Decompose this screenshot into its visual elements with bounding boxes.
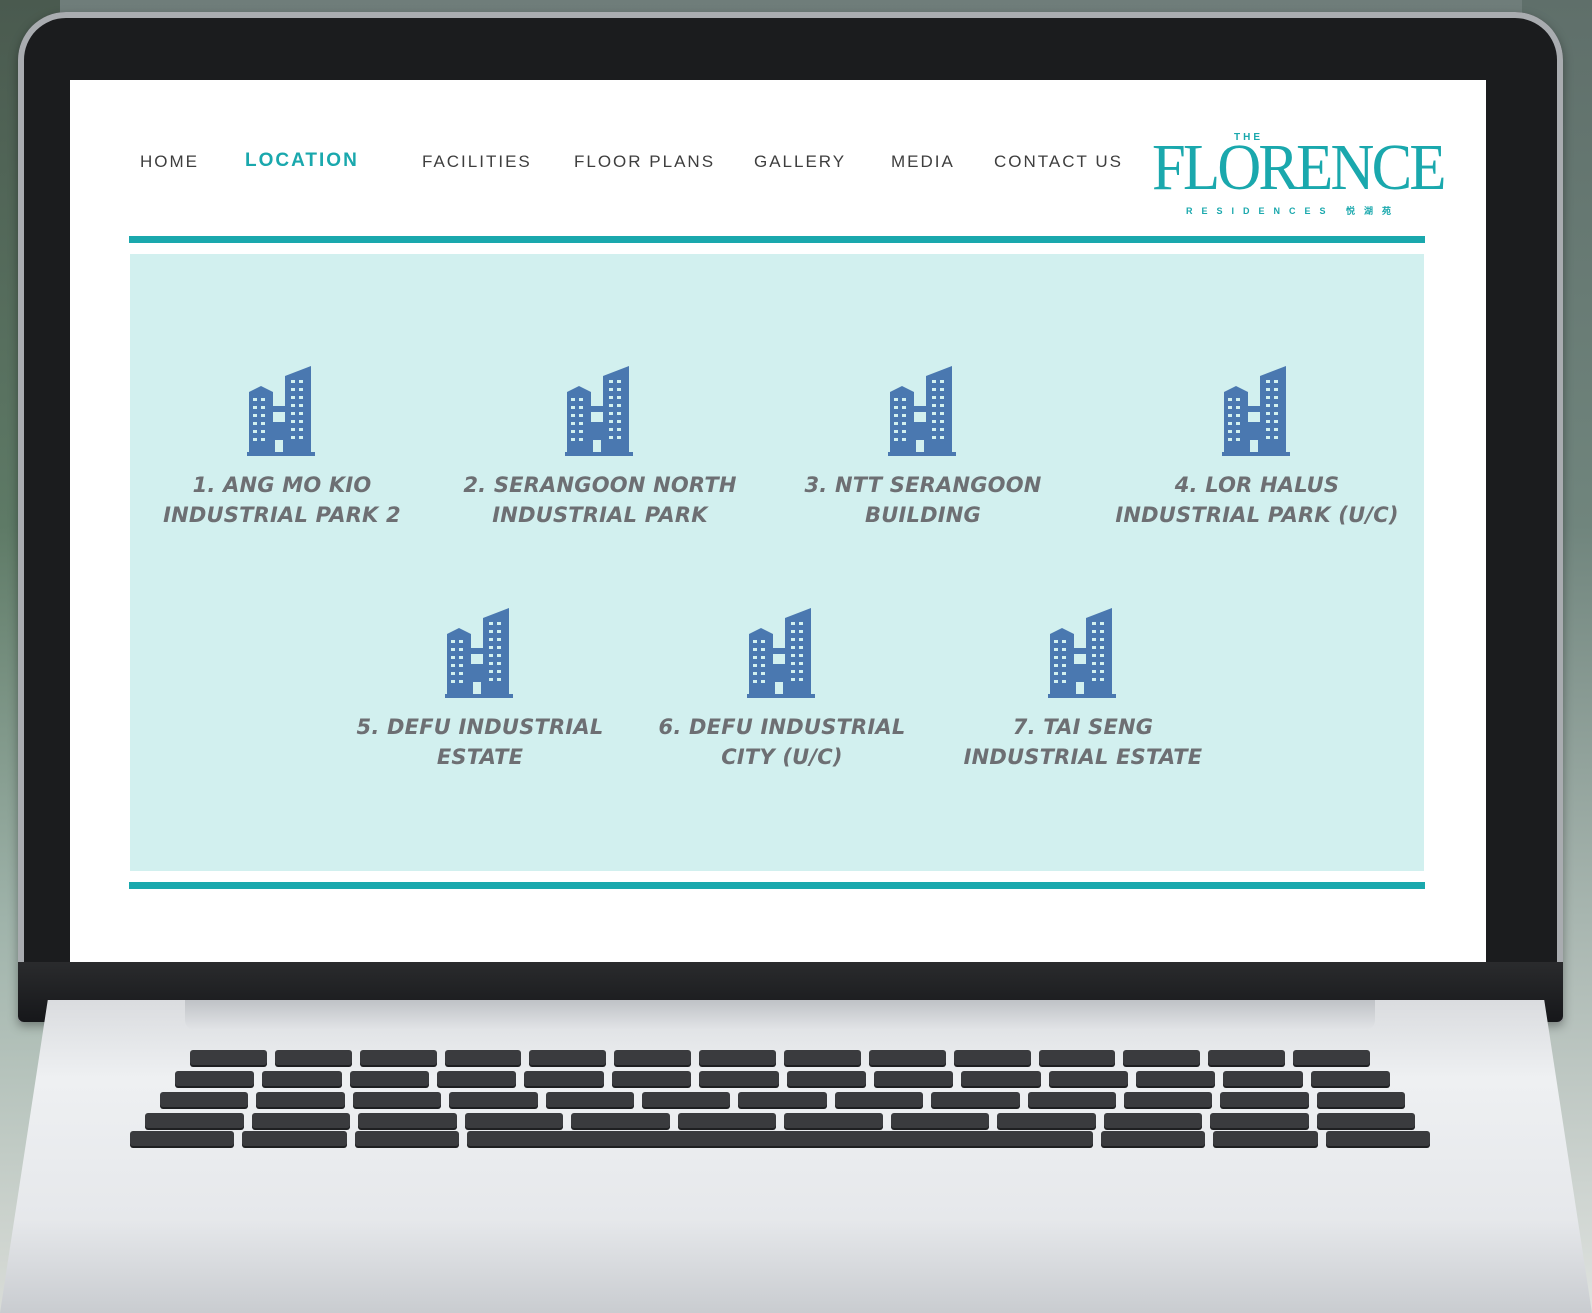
keyboard (130, 1045, 1430, 1146)
logo[interactable]: FLORENCE THE RESIDENCES 悦湖苑 (1152, 120, 1446, 220)
building-icon (1222, 366, 1290, 456)
nav-facilities[interactable]: FACILITIES (422, 152, 532, 172)
location-label: 3. NTT SERANGOON BUILDING (804, 473, 1042, 527)
top-divider (129, 236, 1425, 243)
top-nav: HOME LOCATION FACILITIES FLOOR PLANS GAL… (70, 80, 1486, 230)
location-label: 2. SERANGOON NORTH INDUSTRIAL PARK (463, 473, 737, 527)
building-icon (888, 366, 956, 456)
location-item[interactable]: 1. ANG MO KIO INDUSTRIAL PARK 2 (132, 366, 432, 530)
location-item[interactable]: 6. DEFU INDUSTRIAL CITY (U/C) (632, 608, 932, 772)
location-label: 6. DEFU INDUSTRIAL CITY (U/C) (658, 715, 906, 769)
nav-home[interactable]: HOME (140, 152, 199, 172)
nav-gallery[interactable]: GALLERY (754, 152, 846, 172)
nav-media[interactable]: MEDIA (891, 152, 955, 172)
building-icon (247, 366, 315, 456)
building-icon (445, 608, 513, 698)
location-label: 4. LOR HALUS INDUSTRIAL PARK (U/C) (1115, 473, 1399, 527)
location-label: 1. ANG MO KIO INDUSTRIAL PARK 2 (163, 473, 401, 527)
key-row (145, 1113, 1415, 1128)
location-item[interactable]: 3. NTT SERANGOON BUILDING (773, 366, 1073, 530)
nav-contact-us[interactable]: CONTACT US (994, 152, 1123, 172)
building-icon (1048, 608, 1116, 698)
location-label: 7. TAI SENG INDUSTRIAL ESTATE (963, 715, 1203, 769)
laptop-screen: HOME LOCATION FACILITIES FLOOR PLANS GAL… (70, 80, 1486, 962)
key-row (160, 1092, 1406, 1107)
building-icon (747, 608, 815, 698)
location-item[interactable]: 2. SERANGOON NORTH INDUSTRIAL PARK (450, 366, 750, 530)
logo-subtitle: RESIDENCES 悦湖苑 (1186, 206, 1401, 216)
location-panel: 1. ANG MO KIO INDUSTRIAL PARK 2 2. SERANG… (130, 254, 1424, 871)
building-icon (565, 366, 633, 456)
nav-floor-plans[interactable]: FLOOR PLANS (574, 152, 715, 172)
nav-location[interactable]: LOCATION (245, 150, 359, 172)
location-label: 5. DEFU INDUSTRIAL ESTATE (356, 715, 604, 769)
key-row (130, 1131, 1430, 1146)
location-item[interactable]: 5. DEFU INDUSTRIAL ESTATE (330, 608, 630, 772)
key-row (190, 1050, 1371, 1065)
location-item[interactable]: 7. TAI SENG INDUSTRIAL ESTATE (933, 608, 1233, 772)
laptop-hinge (185, 1000, 1375, 1030)
logo-wordmark: FLORENCE (1152, 131, 1446, 204)
logo-the: THE (1234, 132, 1263, 143)
location-item[interactable]: 4. LOR HALUS INDUSTRIAL PARK (U/C) (1092, 366, 1422, 530)
key-row (175, 1071, 1391, 1086)
bottom-divider (129, 882, 1425, 889)
